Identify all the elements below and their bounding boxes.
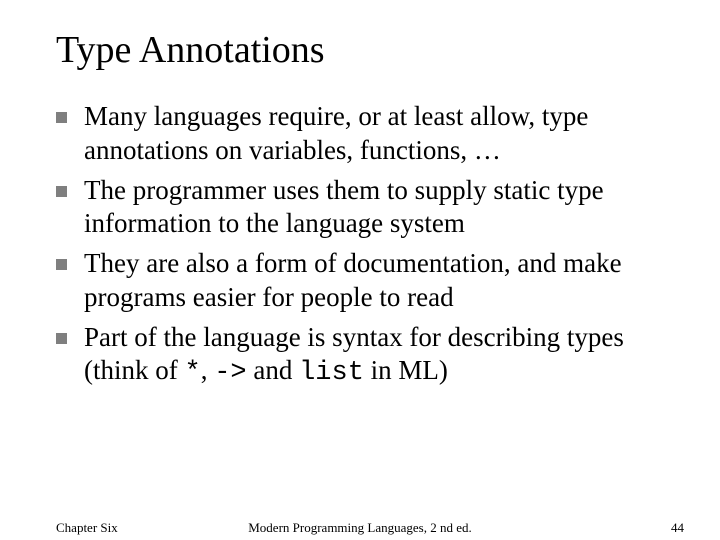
- list-item: They are also a form of documentation, a…: [56, 247, 670, 315]
- code-literal: *: [185, 358, 201, 388]
- bullet-text: Many languages require, or at least allo…: [84, 101, 588, 165]
- slide-title: Type Annotations: [56, 28, 670, 72]
- list-item: Part of the language is syntax for descr…: [56, 321, 670, 392]
- list-item: The programmer uses them to supply stati…: [56, 174, 670, 242]
- list-item: Many languages require, or at least allo…: [56, 100, 670, 168]
- bullet-text: in ML): [364, 355, 448, 385]
- bullet-text: ,: [201, 355, 215, 385]
- footer-page-number: 44: [671, 520, 684, 536]
- bullet-text: The programmer uses them to supply stati…: [84, 175, 604, 239]
- code-literal: ->: [214, 358, 246, 388]
- footer-book-title: Modern Programming Languages, 2 nd ed.: [0, 520, 720, 536]
- bullet-text: and: [247, 355, 299, 385]
- code-literal: list: [299, 358, 364, 388]
- bullet-text: They are also a form of documentation, a…: [84, 248, 622, 312]
- bullet-list: Many languages require, or at least allo…: [56, 100, 670, 391]
